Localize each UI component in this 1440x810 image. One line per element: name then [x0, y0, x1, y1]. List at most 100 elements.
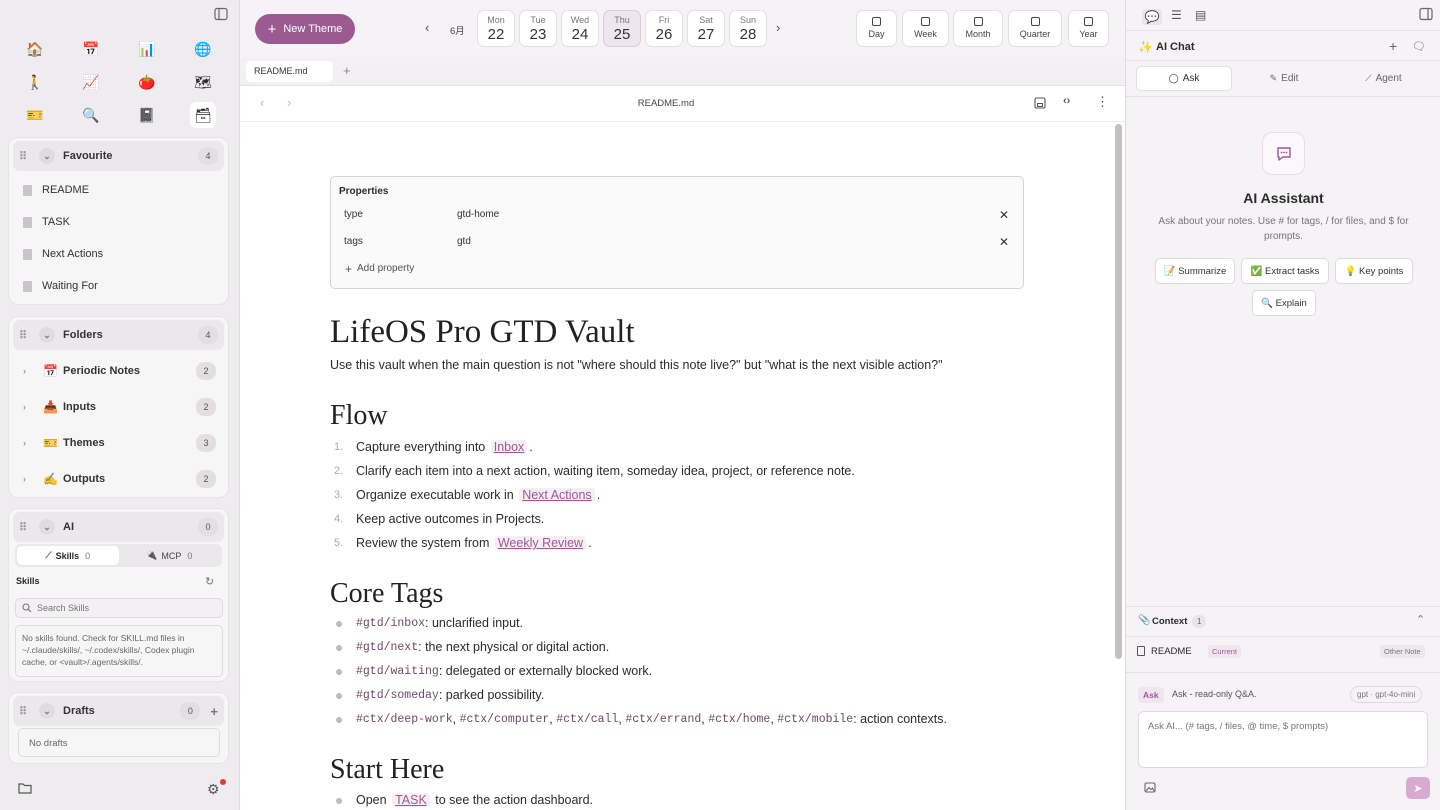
notebook-icon[interactable]: 📓: [134, 102, 160, 128]
task-link[interactable]: TASK: [392, 793, 430, 807]
ticket-icon[interactable]: 🎫: [22, 102, 48, 128]
refresh-icon[interactable]: ↻: [205, 575, 214, 588]
note-link[interactable]: Next Actions: [519, 488, 595, 502]
favourite-item[interactable]: TASK: [9, 206, 228, 238]
new-theme-button[interactable]: + New Theme: [255, 14, 355, 44]
property-key[interactable]: tags: [331, 236, 457, 247]
tag-chip[interactable]: #gtd/next: [356, 641, 418, 654]
period-day-button[interactable]: Day: [856, 10, 897, 47]
save-icon[interactable]: [1034, 97, 1046, 109]
chevron-down-icon[interactable]: ⌄: [39, 519, 55, 535]
new-chat-icon[interactable]: +: [1389, 38, 1397, 54]
tag-chip[interactable]: #ctx/deep-work: [356, 713, 453, 726]
search-icon[interactable]: 🔍: [78, 102, 104, 128]
bar-chart-icon[interactable]: 📊: [134, 36, 160, 62]
period-year-button[interactable]: Year: [1068, 10, 1109, 47]
tab-agent[interactable]: ⟋ Agent: [1336, 66, 1431, 91]
quick-action-chip[interactable]: 🔍 Explain: [1252, 290, 1316, 316]
day-thu[interactable]: Thu 25: [603, 10, 641, 47]
home-icon[interactable]: 🏠: [22, 36, 48, 62]
new-tab-icon[interactable]: +: [343, 63, 351, 78]
chevron-down-icon[interactable]: ⌄: [39, 327, 55, 343]
settings-gear-icon[interactable]: ⚙: [207, 781, 220, 798]
note-link[interactable]: Inbox: [490, 440, 528, 454]
folder-item[interactable]: › 📥 Inputs 2: [9, 389, 228, 425]
folders-header[interactable]: ⠿ ⌄ Folders 4: [13, 320, 224, 350]
model-selector[interactable]: gpt · gpt-4o-mini: [1350, 686, 1423, 703]
tag-chip[interactable]: #ctx/mobile: [777, 713, 853, 726]
period-week-button[interactable]: Week: [902, 10, 949, 47]
drag-handle-icon[interactable]: ⠿: [19, 150, 39, 163]
calendar-icon[interactable]: 📅: [78, 36, 104, 62]
day-mon[interactable]: Mon 22: [477, 10, 515, 47]
property-key[interactable]: type: [331, 209, 457, 220]
drafts-header[interactable]: ⠿ ⌄ Drafts 0 +: [13, 696, 224, 726]
favourite-item[interactable]: README: [9, 174, 228, 206]
tag-chip[interactable]: #ctx/home: [708, 713, 770, 726]
task-list-icon[interactable]: ☰: [1171, 8, 1182, 22]
tag-chip[interactable]: #gtd/inbox: [356, 617, 425, 630]
period-quarter-button[interactable]: Quarter: [1008, 10, 1062, 47]
favourite-item[interactable]: Waiting For: [9, 270, 228, 302]
tab-ask[interactable]: ◯ Ask: [1136, 66, 1232, 91]
chevron-right-icon[interactable]: ›: [23, 402, 43, 412]
globe-icon[interactable]: 🌐: [190, 36, 216, 62]
tab-readme[interactable]: README.md: [246, 61, 333, 82]
remove-property-icon[interactable]: ✕: [999, 235, 1009, 249]
map-icon[interactable]: 🗺: [190, 69, 216, 95]
search-skills-field[interactable]: [15, 598, 223, 618]
chat-history-icon[interactable]: 🗨: [1412, 40, 1426, 53]
drag-handle-icon[interactable]: ⠿: [19, 329, 39, 342]
card-box-icon[interactable]: 🗃: [190, 102, 216, 128]
tag-chip[interactable]: #ctx/computer: [460, 713, 550, 726]
chevron-down-icon[interactable]: ⌄: [39, 148, 55, 164]
add-property-button[interactable]: + Add property: [331, 255, 1023, 282]
tag-chip[interactable]: #ctx/errand: [625, 713, 701, 726]
ai-header[interactable]: ⠿ ⌄ AI 0: [13, 512, 224, 542]
note-link[interactable]: Weekly Review: [494, 536, 587, 550]
chat-input[interactable]: [1138, 711, 1428, 768]
folder-item[interactable]: › 📅 Periodic Notes 2: [9, 353, 228, 389]
chevron-right-icon[interactable]: ›: [23, 474, 43, 484]
favourite-item[interactable]: Next Actions: [9, 238, 228, 270]
add-draft-icon[interactable]: +: [210, 704, 218, 719]
prev-week-icon[interactable]: ‹: [425, 20, 429, 35]
chevron-right-icon[interactable]: ›: [23, 438, 43, 448]
period-month-button[interactable]: Month: [953, 10, 1003, 47]
property-value[interactable]: gtd: [457, 236, 999, 247]
tomato-icon[interactable]: 🍅: [134, 69, 160, 95]
editor-scrollbar[interactable]: [1115, 124, 1122, 659]
quick-action-chip[interactable]: ✅ Extract tasks: [1241, 258, 1329, 284]
mcp-tab[interactable]: 🔌 MCP 0: [119, 546, 221, 565]
day-tue[interactable]: Tue 23: [519, 10, 557, 47]
next-week-icon[interactable]: ›: [776, 20, 780, 35]
chevron-right-icon[interactable]: ›: [23, 366, 43, 376]
quick-action-chip[interactable]: 💡 Key points: [1335, 258, 1413, 284]
folder-item[interactable]: › ✍️ Outputs 2: [9, 461, 228, 497]
drag-handle-icon[interactable]: ⠿: [19, 521, 39, 534]
toggle-sidebar-icon[interactable]: [214, 7, 228, 21]
more-options-icon[interactable]: ⋮: [1096, 94, 1109, 110]
chevron-down-icon[interactable]: ⌄: [39, 703, 55, 719]
image-attach-icon[interactable]: [1144, 782, 1156, 793]
toggle-right-panel-icon[interactable]: [1419, 7, 1433, 21]
tag-chip[interactable]: #gtd/waiting: [356, 665, 439, 678]
outline-icon[interactable]: ▤: [1195, 8, 1206, 22]
trend-chart-icon[interactable]: 📈: [78, 69, 104, 95]
folder-open-icon[interactable]: [18, 782, 32, 794]
tab-edit[interactable]: ✎ Edit: [1237, 66, 1331, 91]
drag-handle-icon[interactable]: ⠿: [19, 705, 39, 718]
day-sat[interactable]: Sat 27: [687, 10, 725, 47]
quick-action-chip[interactable]: 📝 Summarize: [1155, 258, 1235, 284]
other-note-button[interactable]: Other Note: [1380, 645, 1425, 658]
tag-chip[interactable]: #gtd/someday: [356, 689, 439, 702]
ask-mode-badge[interactable]: Ask: [1138, 687, 1164, 703]
day-sun[interactable]: Sun 28: [729, 10, 767, 47]
remove-property-icon[interactable]: ✕: [999, 208, 1009, 222]
property-value[interactable]: gtd-home: [457, 209, 999, 220]
folder-item[interactable]: › 🎫 Themes 3: [9, 425, 228, 461]
day-fri[interactable]: Fri 26: [645, 10, 683, 47]
chevron-up-icon[interactable]: ⌃: [1416, 613, 1425, 626]
tag-chip[interactable]: #ctx/call: [556, 713, 618, 726]
favourite-header[interactable]: ⠿ ⌄ Favourite 4: [13, 141, 224, 171]
